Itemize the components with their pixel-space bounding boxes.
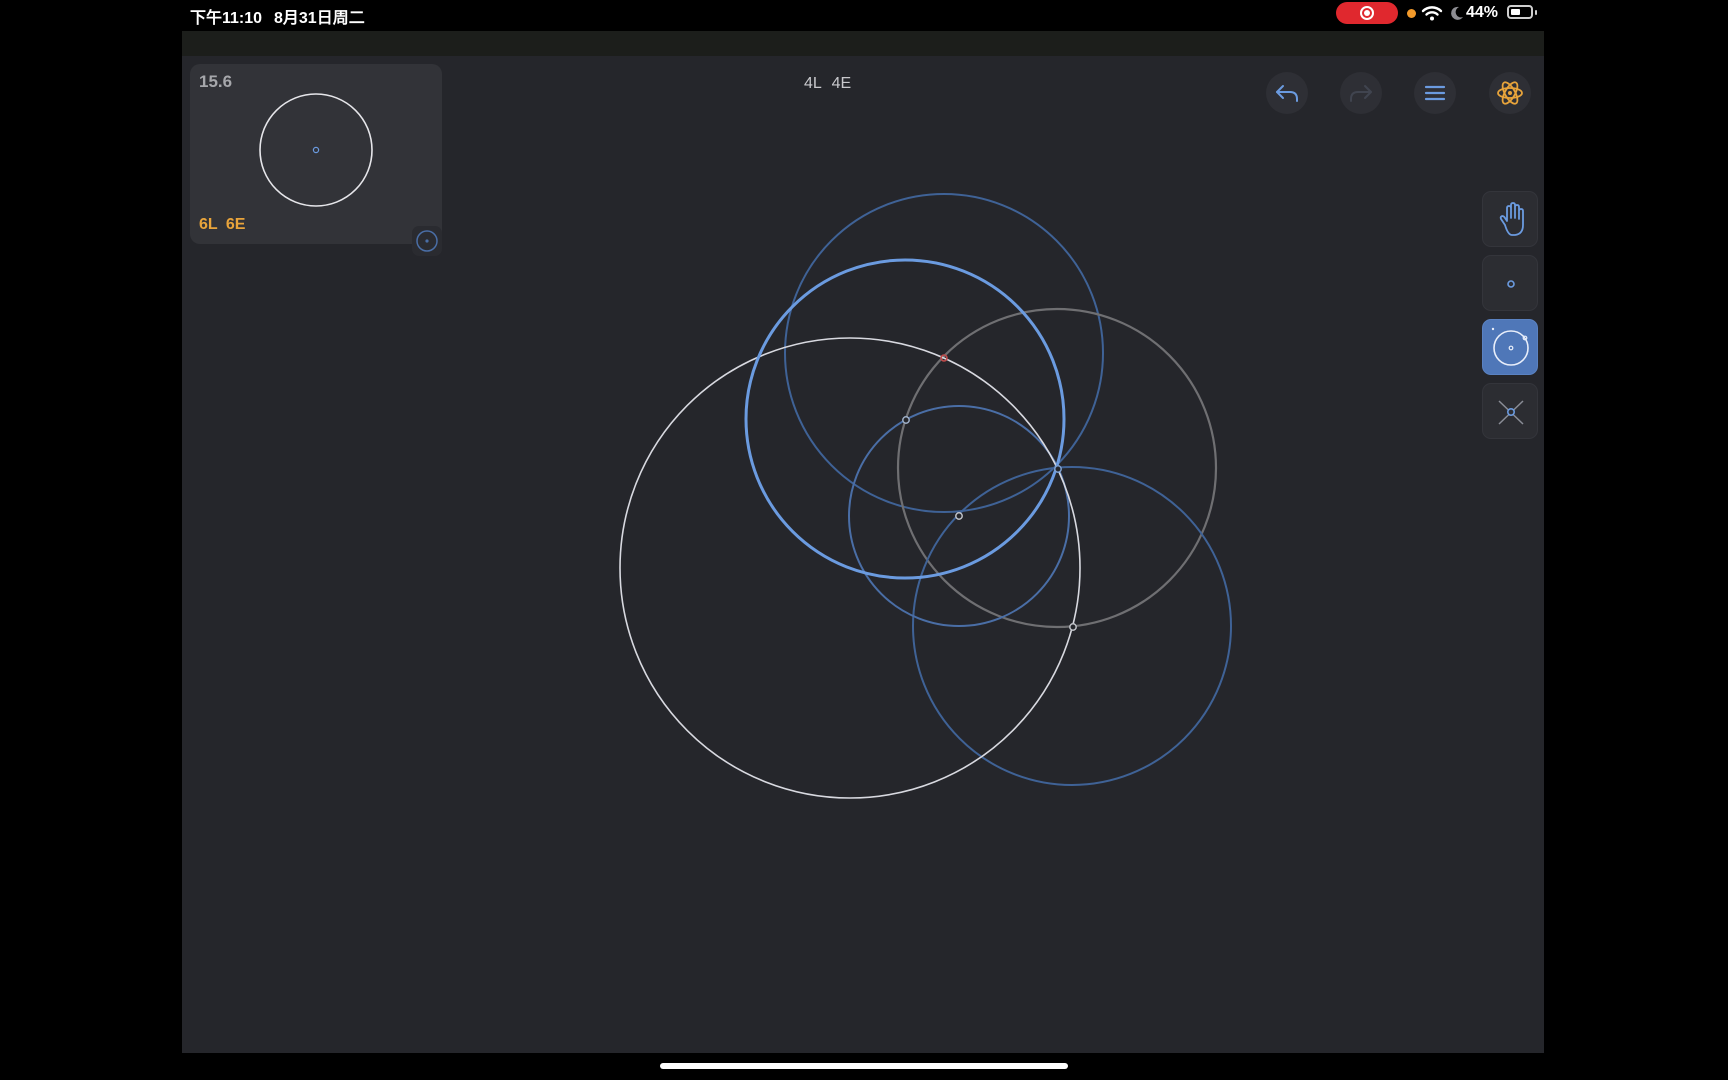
tool-circle[interactable] — [1482, 319, 1538, 375]
app-window: 15.6 6L 6E 4L 4E — [182, 31, 1544, 1053]
mic-indicator-icon — [1407, 9, 1416, 18]
tool-move[interactable] — [1482, 191, 1538, 247]
redo-icon — [1350, 85, 1372, 102]
hint-button[interactable] — [1489, 72, 1531, 114]
undo-icon — [1276, 85, 1298, 102]
menu-icon — [1424, 85, 1446, 101]
screen-recording-indicator[interactable] — [1336, 2, 1398, 24]
tool-intersect[interactable] — [1482, 383, 1538, 439]
record-icon — [1360, 6, 1374, 20]
show-goal-button[interactable] — [412, 226, 442, 256]
undo-button[interactable] — [1266, 72, 1308, 114]
level-goal: 6L 6E — [199, 216, 246, 233]
tool-point[interactable] — [1482, 255, 1538, 311]
moves-counter: 4L 4E — [804, 75, 852, 92]
goal-preview — [259, 93, 373, 207]
moon-icon — [1451, 6, 1463, 20]
battery-percent: 44% — [1466, 4, 1499, 21]
hand-icon — [1499, 202, 1524, 236]
menu-button[interactable] — [1414, 72, 1456, 114]
point-icon — [1507, 280, 1515, 288]
status-time: 下午11:10 — [190, 10, 263, 27]
atom-icon — [1497, 81, 1523, 105]
status-date: 8月31日周二 — [274, 10, 365, 27]
point[interactable] — [955, 512, 963, 520]
intersect-icon — [1498, 400, 1524, 425]
redo-button[interactable] — [1340, 72, 1382, 114]
point[interactable] — [902, 416, 910, 424]
circle-icon — [1491, 327, 1529, 366]
target-icon — [416, 230, 438, 252]
point[interactable] — [1069, 623, 1077, 631]
level-score: 15.6 — [199, 72, 233, 91]
home-indicator[interactable] — [660, 1063, 1068, 1069]
status-bar: 下午11:10 8月31日周二 44% — [0, 0, 1728, 28]
level-card[interactable]: 15.6 6L 6E — [190, 64, 442, 256]
battery-icon — [1507, 5, 1533, 19]
point[interactable] — [1054, 465, 1062, 473]
wifi-icon — [1421, 6, 1443, 21]
